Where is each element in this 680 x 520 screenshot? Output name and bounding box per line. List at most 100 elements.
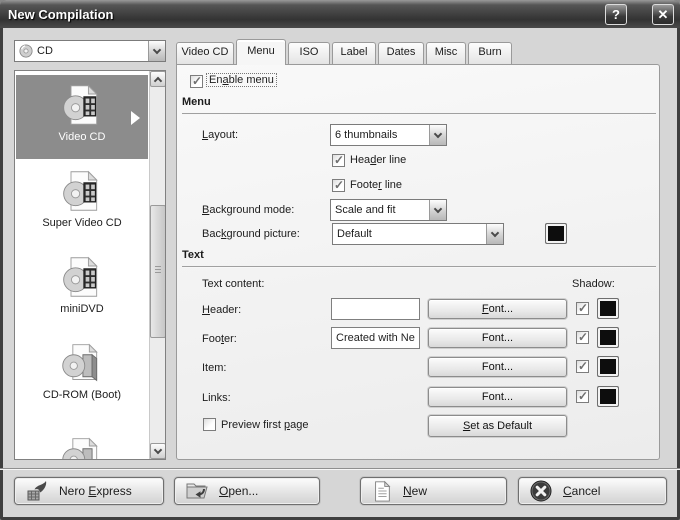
header-line-label: Header line xyxy=(350,154,407,166)
cd-icon xyxy=(19,44,33,58)
nero-express-icon xyxy=(27,481,47,501)
video-cd-icon xyxy=(63,84,98,125)
tab-label: Burn xyxy=(478,46,502,58)
tab-menu[interactable]: Menu xyxy=(236,39,286,65)
background-picture-label: Background picture: xyxy=(202,228,300,240)
cancel-label: Cancel xyxy=(563,484,601,498)
list-item-partial[interactable] xyxy=(16,427,148,459)
cdrom-boot-icon xyxy=(62,343,98,382)
tab-label: Menu xyxy=(247,45,275,57)
nero-express-label: Nero Express xyxy=(59,484,132,498)
tab-misc[interactable]: Misc xyxy=(426,42,466,64)
links-font-button[interactable]: Font... xyxy=(428,387,567,407)
tab-label[interactable]: Label xyxy=(332,42,376,64)
scrollbar-thumb[interactable] xyxy=(150,205,165,338)
scroll-down-button[interactable] xyxy=(150,443,165,459)
layout-select[interactable]: 6 thumbnails xyxy=(330,124,447,146)
background-mode-select[interactable]: Scale and fit xyxy=(330,199,447,221)
header-shadow-color-swatch[interactable] xyxy=(597,298,619,319)
background-picture-dropdown-button[interactable] xyxy=(486,224,503,244)
background-mode-value: Scale and fit xyxy=(335,204,396,216)
cancel-button[interactable]: Cancel xyxy=(518,477,667,505)
footer-font-button[interactable]: Font... xyxy=(428,328,567,348)
minidvd-icon xyxy=(63,256,98,297)
tab-video-cd[interactable]: Video CD xyxy=(176,42,234,64)
list-item-cdrom-boot[interactable]: CD-ROM (Boot) xyxy=(16,333,148,417)
header-row-label: Header: xyxy=(202,304,242,316)
footer-text-input[interactable] xyxy=(331,327,420,349)
links-shadow-color-swatch[interactable] xyxy=(597,386,619,407)
tab-label: Dates xyxy=(386,46,416,58)
scroll-up-button[interactable] xyxy=(150,71,165,87)
tab-label: Label xyxy=(340,46,368,58)
background-mode-dropdown-button[interactable] xyxy=(429,200,446,220)
tab-burn[interactable]: Burn xyxy=(468,42,512,64)
layout-label: Layout: xyxy=(202,129,239,141)
footer-shadow-color-swatch[interactable] xyxy=(597,327,619,348)
item-font-button[interactable]: Font... xyxy=(428,357,567,377)
background-picture-select[interactable]: Default xyxy=(332,223,504,245)
footer-row-label: Footer: xyxy=(202,333,237,345)
footer-separator-highlight xyxy=(0,469,680,470)
chevron-up-icon xyxy=(153,76,163,85)
list-scrollbar[interactable] xyxy=(149,71,165,459)
preview-first-page-checkbox[interactable] xyxy=(203,418,216,431)
text-group-header: Text xyxy=(182,249,656,267)
header-shadow-checkbox[interactable] xyxy=(576,301,589,315)
nero-express-button[interactable]: Nero Express xyxy=(14,477,164,505)
list-item-label: miniDVD xyxy=(60,303,104,315)
close-button[interactable]: ✕ xyxy=(652,4,674,25)
new-button[interactable]: New xyxy=(360,477,507,505)
footer-line-checkbox[interactable] xyxy=(332,178,345,192)
disc-icon xyxy=(62,437,98,459)
new-compilation-dialog: New Compilation ? ✕ CD Video CD Super Vi… xyxy=(0,0,680,520)
text-content-label: Text content: xyxy=(202,278,265,290)
layout-dropdown-button[interactable] xyxy=(429,125,446,145)
menu-group-header: Menu xyxy=(182,96,656,114)
set-as-default-button[interactable]: Set as Default xyxy=(428,415,567,437)
chevron-down-icon xyxy=(433,204,443,213)
open-label: Open... xyxy=(219,484,259,498)
new-document-icon xyxy=(375,480,391,502)
header-text-input[interactable] xyxy=(331,298,420,320)
compilation-listbox: Video CD Super Video CD miniDVD CD-ROM (… xyxy=(14,70,166,460)
list-item-minidvd[interactable]: miniDVD xyxy=(16,247,148,331)
list-item-video-cd[interactable]: Video CD xyxy=(16,75,148,159)
tab-dates[interactable]: Dates xyxy=(378,42,424,64)
list-item-label: CD-ROM (Boot) xyxy=(42,389,122,401)
media-type-value: CD xyxy=(37,45,53,57)
tab-label: ISO xyxy=(299,46,319,58)
list-item-super-video-cd[interactable]: Super Video CD xyxy=(16,161,148,245)
tab-iso[interactable]: ISO xyxy=(288,42,330,64)
new-label: New xyxy=(403,484,428,498)
help-button[interactable]: ? xyxy=(605,4,627,25)
header-line-checkbox[interactable] xyxy=(332,153,345,167)
footer-line-label: Footer line xyxy=(350,179,402,191)
chevron-down-icon xyxy=(490,228,500,237)
footer-shadow-checkbox[interactable] xyxy=(576,330,589,344)
item-row-label: Item: xyxy=(202,362,227,374)
open-button[interactable]: Open... xyxy=(174,477,320,505)
title-bar[interactable]: New Compilation xyxy=(0,0,680,28)
enable-menu-checkbox[interactable] xyxy=(190,74,203,88)
open-folder-icon xyxy=(186,483,208,499)
enable-menu-label[interactable]: Enable menu xyxy=(206,73,277,87)
links-shadow-checkbox[interactable] xyxy=(576,389,589,403)
item-shadow-checkbox[interactable] xyxy=(576,359,589,373)
media-type-select[interactable]: CD xyxy=(14,40,166,62)
item-shadow-color-swatch[interactable] xyxy=(597,356,619,377)
chevron-down-icon xyxy=(152,45,162,54)
chevron-down-icon xyxy=(433,129,443,138)
layout-value: 6 thumbnails xyxy=(335,129,398,141)
media-type-dropdown-button[interactable] xyxy=(148,41,165,61)
list-item-label: Video CD xyxy=(58,131,106,143)
cancel-icon xyxy=(530,480,552,502)
links-row-label: Links: xyxy=(202,392,231,404)
background-picture-value: Default xyxy=(337,228,372,240)
header-font-button[interactable]: Font... xyxy=(428,299,567,319)
super-video-cd-icon xyxy=(63,170,98,211)
window-title: New Compilation xyxy=(8,6,114,22)
preview-first-page-label: Preview first page xyxy=(221,419,309,431)
background-color-swatch[interactable] xyxy=(545,223,567,244)
shadow-column-label: Shadow: xyxy=(572,278,615,290)
